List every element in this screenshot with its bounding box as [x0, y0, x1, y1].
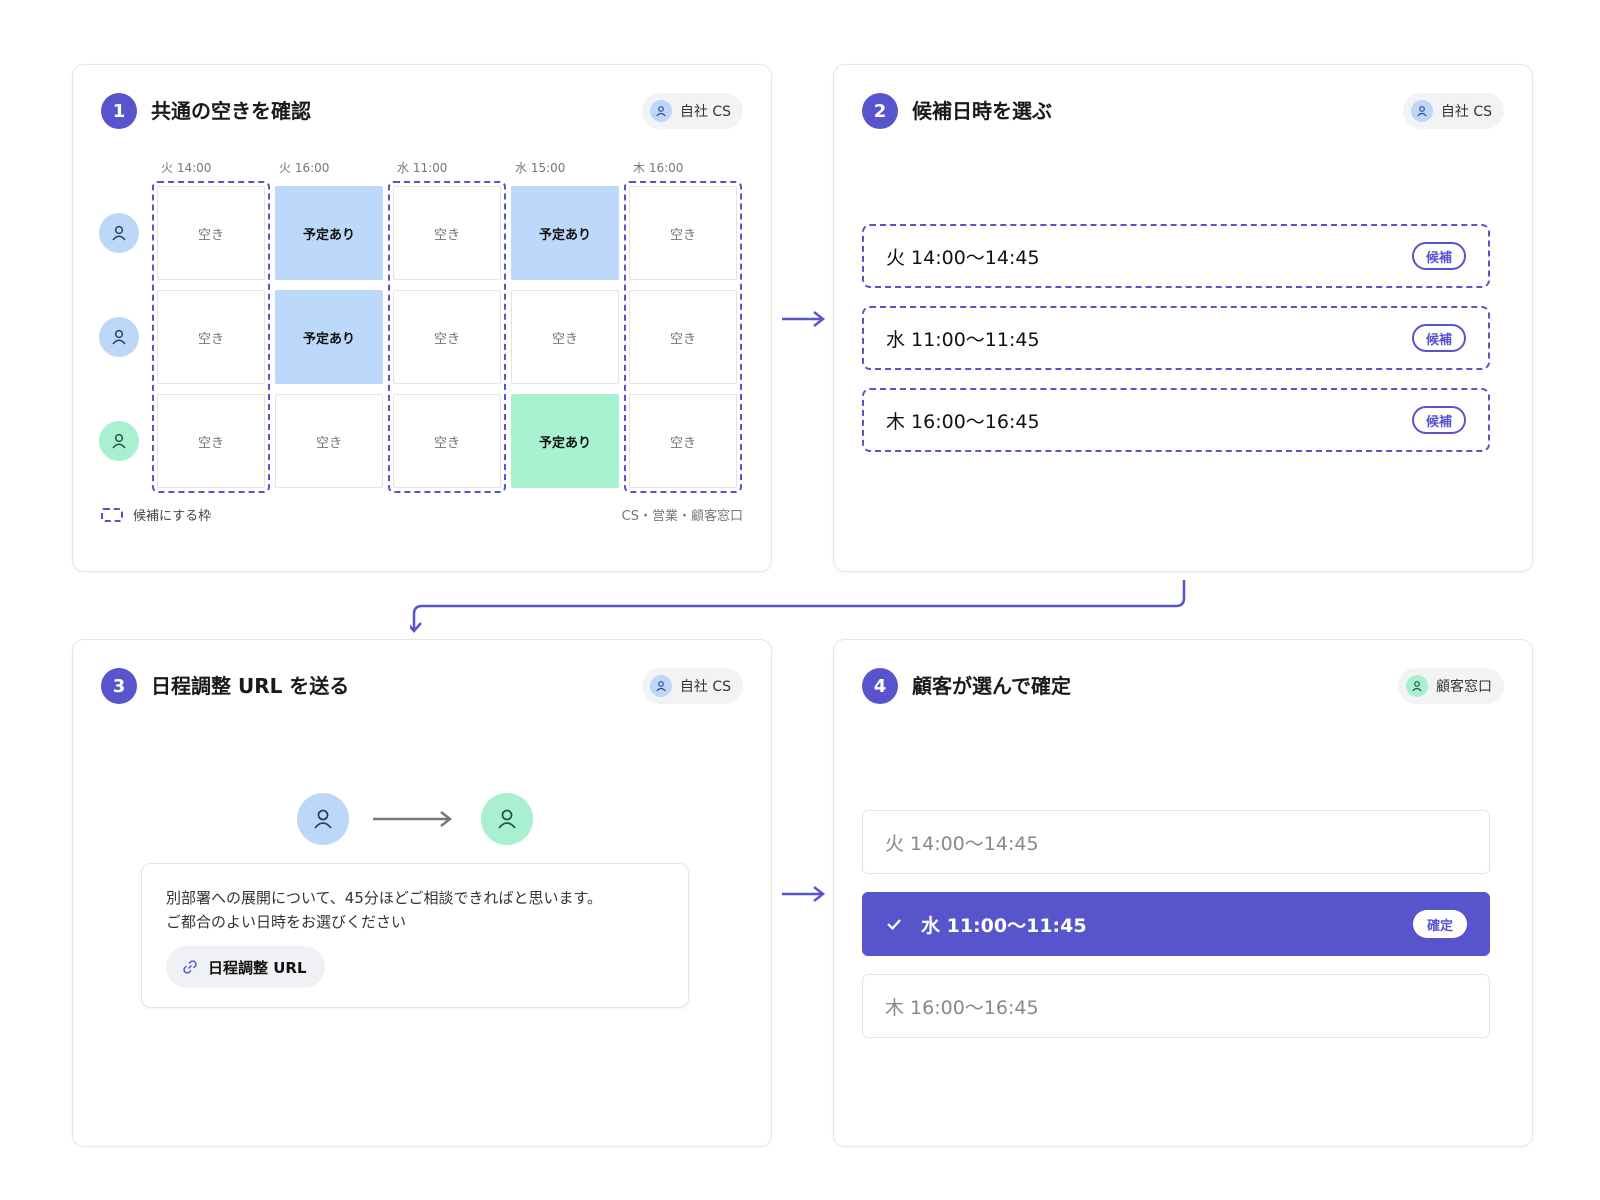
option-time: 木 16:00〜16:45 [885, 996, 1039, 1019]
candidate-time: 水 11:00〜11:45 [886, 328, 1040, 351]
candidate-time: 木 16:00〜16:45 [886, 410, 1040, 433]
sender-avatar [297, 793, 349, 845]
role-label: 顧客窓口 [1436, 679, 1492, 695]
step-number: 1 [101, 93, 137, 129]
step4-panel: 4 顧客が選んで確定 顧客窓口 火 14:00〜14:45 水 11:00〜11… [833, 639, 1533, 1147]
person-icon [1410, 100, 1433, 122]
scheduling-url-button[interactable]: 日程調整 URL [166, 946, 325, 988]
link-label: 日程調整 URL [208, 958, 307, 977]
availability-cell: 空き [629, 186, 737, 280]
person-icon [1406, 675, 1428, 697]
availability-cell: 空き [629, 394, 737, 488]
message-text: 別部署への展開について、45分ほどご相談できればと思います。 ご都合のよい日時を… [166, 889, 602, 931]
check-icon [887, 919, 901, 931]
members-label: CS・営業・顧客窓口 [621, 509, 743, 524]
availability-cell: 空き [157, 186, 265, 280]
candidate-time: 火 14:00〜14:45 [886, 246, 1040, 269]
send-arrow-icon [373, 811, 453, 827]
person-icon [649, 675, 672, 697]
candidate-tag: 候補 [1411, 242, 1466, 270]
role-label: 自社 CS [679, 679, 731, 695]
step2-panel: 2 候補日時を選ぶ 自社 CS 火 14:00〜14:45 候補 水 11:00… [833, 64, 1533, 572]
availability-cell: 予定あり [275, 290, 383, 384]
step-number: 4 [862, 668, 898, 704]
candidate-row[interactable]: 木 16:00〜16:45 候補 [862, 388, 1490, 452]
flow-connector-icon [410, 580, 1186, 633]
panel-title: 日程調整 URL を送る [151, 674, 350, 698]
person-icon [649, 100, 672, 122]
slot-header: 水 11:00 [397, 161, 448, 175]
legend-label: 候補にする枠 [133, 509, 212, 524]
availability-cell: 空き [157, 394, 265, 488]
flow-arrow-icon [782, 886, 826, 902]
panel-title: 顧客が選んで確定 [912, 674, 1071, 698]
availability-cell: 予定あり [511, 394, 619, 488]
slot-header: 火 14:00 [161, 161, 212, 175]
option-time: 水 11:00〜11:45 [921, 914, 1087, 937]
option-row[interactable]: 火 14:00〜14:45 [862, 810, 1490, 874]
option-row[interactable]: 木 16:00〜16:45 [862, 974, 1490, 1038]
candidate-tag: 候補 [1411, 406, 1466, 434]
confirm-badge: 確定 [1412, 910, 1467, 938]
role-badge: 自社 CS [641, 93, 743, 129]
panel-title: 共通の空きを確認 [151, 99, 311, 123]
availability-cell: 空き [275, 394, 383, 488]
availability-cell: 予定あり [275, 186, 383, 280]
panel-title: 候補日時を選ぶ [912, 99, 1052, 123]
option-time: 火 14:00〜14:45 [885, 832, 1039, 855]
message-card: 別部署への展開について、45分ほどご相談できればと思います。 ご都合のよい日時を… [141, 863, 689, 1008]
step1-panel: 1 共通の空きを確認 自社 CS 火 14:00 火 16:00 水 11:00 水 … [72, 64, 772, 572]
recipient-avatar [481, 793, 533, 845]
role-badge: 顧客窓口 [1398, 668, 1504, 704]
step-number: 3 [101, 668, 137, 704]
legend: 候補にする枠 [101, 505, 211, 524]
availability-cell: 空き [393, 394, 501, 488]
slot-header: 木 16:00 [633, 161, 684, 175]
person-icon-blue [99, 317, 139, 357]
role-badge: 自社 CS [641, 668, 743, 704]
candidate-row[interactable]: 水 11:00〜11:45 候補 [862, 306, 1490, 370]
step-number: 2 [862, 93, 898, 129]
availability-cell: 予定あり [511, 186, 619, 280]
role-label: 自社 CS [679, 104, 731, 120]
candidate-tag: 候補 [1411, 324, 1466, 352]
role-label: 自社 CS [1440, 104, 1492, 120]
role-badge: 自社 CS [1402, 93, 1504, 129]
option-left: 水 11:00〜11:45 [885, 911, 1087, 938]
person-icon-blue [99, 213, 139, 253]
availability-cell: 空き [393, 290, 501, 384]
candidate-row[interactable]: 火 14:00〜14:45 候補 [862, 224, 1490, 288]
availability-cell: 空き [393, 186, 501, 280]
link-icon [183, 960, 197, 974]
flow-arrow-icon [782, 311, 826, 327]
slot-header: 水 15:00 [515, 161, 566, 175]
availability-cell: 空き [629, 290, 737, 384]
person-icon-green [99, 421, 139, 461]
slot-header: 火 16:00 [279, 161, 330, 175]
option-row-selected[interactable]: 水 11:00〜11:45 確定 [862, 892, 1490, 956]
availability-cell: 空き [157, 290, 265, 384]
availability-cell: 空き [511, 290, 619, 384]
step3-panel: 3 日程調整 URL を送る 自社 CS 別部署への展開について、45分ほどご相… [72, 639, 772, 1147]
dashed-frame-icon [101, 507, 123, 522]
